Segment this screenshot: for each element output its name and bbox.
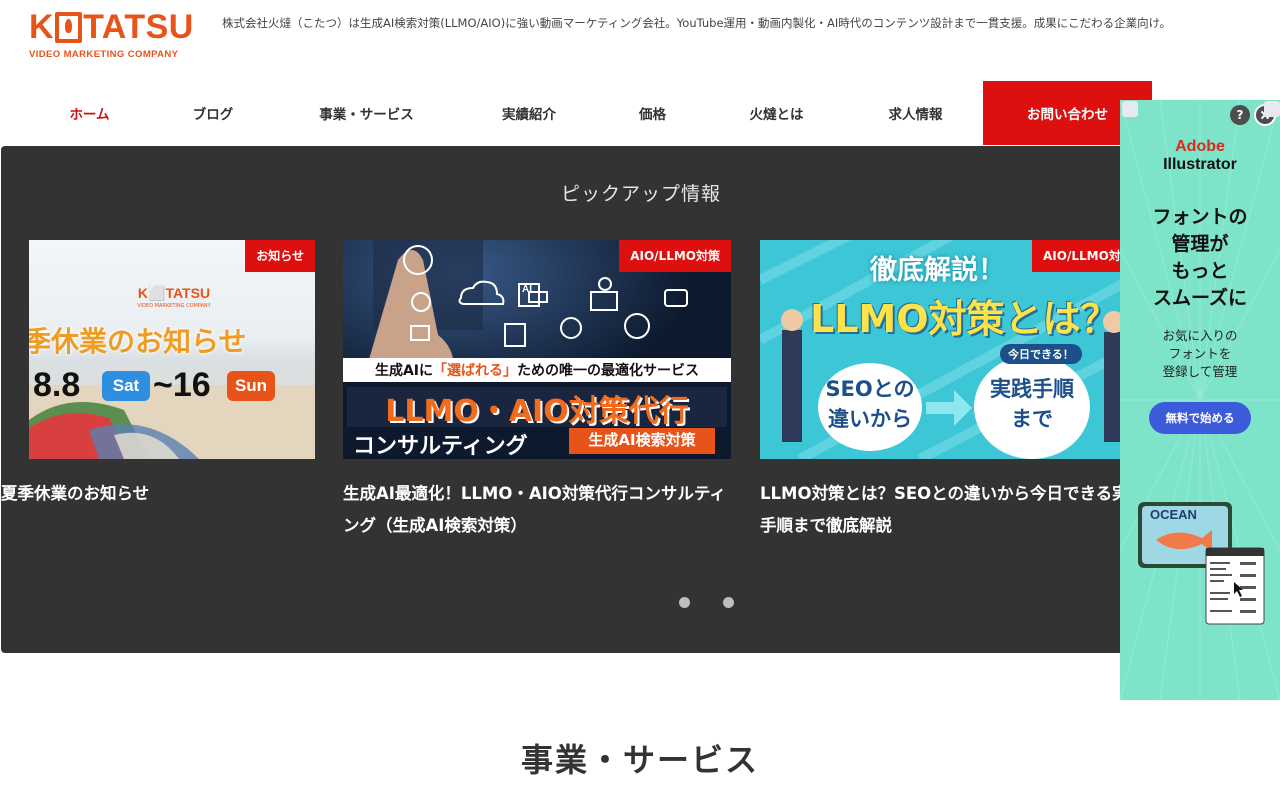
nav-item-works[interactable]: 実績紹介 <box>458 81 600 145</box>
pickup-title: ピックアップ情報 <box>560 183 721 205</box>
llmo-tag: 生成AI検索対策 <box>588 431 696 449</box>
carousel-dot[interactable] <box>723 597 734 608</box>
ad-sub-line: フォントを <box>1168 346 1232 361</box>
ad-headline-line: もっと <box>1171 260 1229 282</box>
nav-item-pricing[interactable]: 価格 <box>600 81 705 145</box>
card-title[interactable]: 夏季休業のお知らせ <box>1 478 315 510</box>
guide-bubble-right-1: 実践手順 <box>990 377 1074 401</box>
ad-subtext: お気に入りの フォントを 登録して管理 <box>1120 327 1280 381</box>
ad-headline-line: 管理が <box>1171 233 1229 255</box>
ai-chip-label: AI <box>522 284 532 295</box>
holiday-logo-sub: VIDEO MARKETING COMPANY <box>137 303 211 309</box>
logo-lantern-icon <box>55 11 83 43</box>
holiday-date-start: 8.8 <box>33 366 81 404</box>
carousel-pagination <box>679 597 734 608</box>
nav-item-about[interactable]: 火燵とは <box>705 81 848 145</box>
logo-letters: TATSU <box>83 8 194 46</box>
guide-bubble-tag: 今日できる！ <box>1000 344 1082 364</box>
card-title[interactable]: 生成AI最適化！LLMO・AIO対策代行コンサルティング（生成AI検索対策） <box>343 478 731 542</box>
guide-bubble-right: 実践手順 まで <box>974 374 1090 434</box>
nav-item-blog[interactable]: ブログ <box>151 81 275 145</box>
holiday-logo: K⬜TATSU <box>137 285 211 301</box>
llmo-lead-pre: 生成AIに <box>374 363 434 379</box>
logo-subtitle: VIDEO MARKETING COMPANY <box>29 49 179 60</box>
logo-letter-k: K <box>29 8 55 46</box>
llmo-lead-em: 「選ばれる」 <box>433 363 518 379</box>
card-category-badge[interactable]: AIO/LLMO対策 <box>1032 240 1131 272</box>
adchoices-icon[interactable] <box>1122 101 1138 117</box>
site-tagline: 株式会社火燵（こたつ）は生成AI検索対策(LLMO/AIO)に強い動画マーケティ… <box>222 16 1171 30</box>
guide-bubble-left: SEOとの違いから <box>818 374 922 434</box>
sidebar-ad[interactable]: ? Adobe Illustrator フォントの 管理が もっと スムーズに … <box>1120 100 1280 700</box>
ad-sub-line: 登録して管理 <box>1162 364 1238 379</box>
pickup-carousel: ピックアップ情報 K⬜TATSU VIDEO MARKETING COMPANY… <box>1 146 1131 653</box>
guide-top: 徹底解説！ <box>870 255 1005 286</box>
adchoices-icon[interactable] <box>1264 101 1280 117</box>
nav-item-services[interactable]: 事業・サービス <box>275 81 458 145</box>
ad-brand-line1: Adobe <box>1175 138 1225 155</box>
ad-headline-line: フォントの <box>1152 206 1248 228</box>
carousel-dot[interactable] <box>679 597 690 608</box>
ad-help-icon[interactable]: ? <box>1230 105 1250 125</box>
nav-item-home[interactable]: ホーム <box>28 81 151 145</box>
main-nav: ホーム ブログ 事業・サービス 実績紹介 価格 火燵とは 求人情報 お問い合わせ <box>28 81 1152 145</box>
ad-illus-label: OCEAN <box>1150 507 1197 522</box>
ad-brand-line2: Illustrator <box>1163 156 1237 173</box>
card-thumbnail-llmo-guide[interactable]: 徹底解説！ LLMO対策とは？ SEOとの違いから 今日できる！ 実践手順まで <box>760 240 1131 459</box>
card-thumbnail-holiday[interactable]: K⬜TATSU VIDEO MARKETING COMPANY 夏季休業のお知ら… <box>29 240 315 459</box>
card-category-badge[interactable]: お知らせ <box>245 240 315 272</box>
holiday-day-end: Sun <box>227 371 275 401</box>
ad-headline-line: スムーズに <box>1152 287 1248 309</box>
ad-brand: Adobe Illustrator <box>1120 138 1280 174</box>
llmo-main-line: LLMO・AIO対策代行 <box>385 394 689 429</box>
site-header: K TATSU VIDEO MARKETING COMPANY 株式会社火燵（こた… <box>0 0 1280 80</box>
guide-bubble-left-2: 違いから <box>828 407 912 431</box>
site-logo[interactable]: K TATSU VIDEO MARKETING COMPANY <box>29 10 195 64</box>
ad-cta-button[interactable]: 無料で始める <box>1149 402 1251 434</box>
card-category-badge[interactable]: AIO/LLMO対策 <box>619 240 731 272</box>
holiday-day-start: Sat <box>102 371 150 401</box>
llmo-lead-post: ための唯一の最適化サービス <box>517 363 700 379</box>
card-thumbnail-llmo-service[interactable]: AI 生成AIに「選ばれる」ための唯一の最適化サービス LLMO・AIO対策代行… <box>343 240 731 459</box>
ad-headline: フォントの 管理が もっと スムーズに <box>1120 204 1280 312</box>
guide-bubble-right-2: まで <box>1011 407 1053 431</box>
services-section-title: 事業・サービス <box>520 741 759 779</box>
nav-item-recruit[interactable]: 求人情報 <box>848 81 983 145</box>
llmo-consulting: コンサルティング <box>353 434 528 459</box>
card-title[interactable]: LLMO対策とは？SEOとの違いから今日できる実践手順まで徹底解説 <box>760 478 1131 542</box>
ad-illustration: OCEAN <box>1136 498 1266 628</box>
holiday-date-end: ~16 <box>153 366 211 404</box>
card-title-text: 夏季休業のお知らせ <box>1 484 150 503</box>
holiday-headline: 夏季休業のお知らせ <box>29 325 247 358</box>
llmo-lead-line: 生成AIに「選ばれる」ための唯一の最適化サービス <box>343 360 731 380</box>
guide-main: LLMO対策とは？ <box>810 297 1119 341</box>
guide-bubble-left-1: SEOとの <box>825 377 915 401</box>
ad-sub-line: お気に入りの <box>1162 328 1238 343</box>
